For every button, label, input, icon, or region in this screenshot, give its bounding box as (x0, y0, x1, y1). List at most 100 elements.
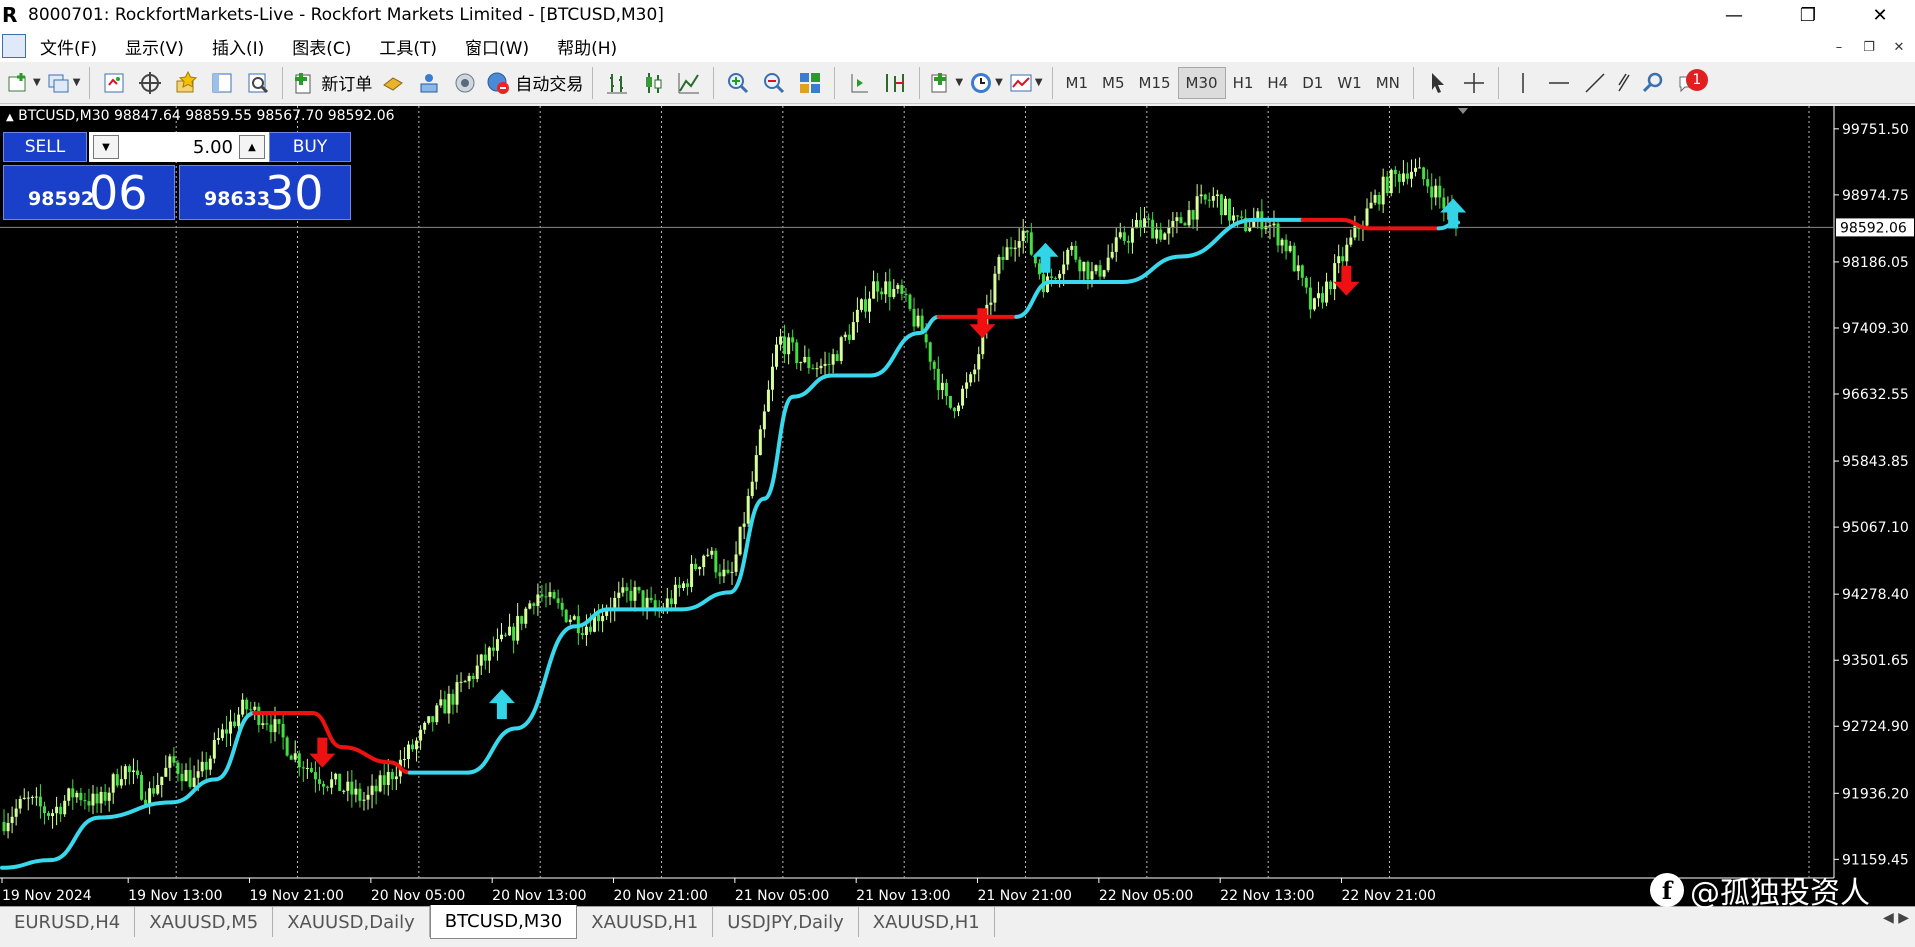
terminal-panel-icon (212, 73, 232, 92)
bar-chart-button[interactable] (602, 67, 632, 99)
candle-body (26, 797, 30, 799)
data-window-button[interactable] (135, 67, 165, 99)
history-center-button[interactable] (414, 67, 444, 99)
chart-tabs: EURUSD,H4 XAUUSD,M5 XAUUSD,Daily BTCUSD,… (0, 905, 1915, 942)
menu-file[interactable]: 文件(F) (26, 34, 111, 59)
market-watch-button[interactable] (99, 67, 129, 99)
trendline-button[interactable] (1580, 67, 1610, 99)
meta-editor-button[interactable] (378, 67, 408, 99)
menu-insert[interactable]: 插入(I) (198, 34, 278, 59)
candle-body (1284, 239, 1288, 252)
indicator-line-segment (761, 394, 796, 501)
crosshair-button[interactable] (1459, 67, 1489, 99)
close-button[interactable]: ✕ (1852, 0, 1908, 30)
templates-button[interactable]: ▼ (1009, 67, 1043, 99)
signals-button[interactable] (450, 67, 480, 99)
minimize-button[interactable]: — (1706, 0, 1762, 30)
toolbar: ▼ ▼ 新订单 自动交易 ▼ ▼ ▼ M1 M5 M15 M30 H1 H4 D… (0, 62, 1915, 104)
chart-close-button[interactable]: ✕ (1886, 36, 1912, 58)
new-order-button[interactable]: 新订单 (292, 67, 372, 99)
tile-windows-icon (800, 72, 821, 93)
equidistant-channel-button[interactable] (1616, 67, 1632, 99)
tile-windows-button[interactable] (795, 67, 825, 99)
menu-view[interactable]: 显示(V) (111, 34, 198, 59)
tab-xauusd-daily[interactable]: XAUUSD,Daily (273, 907, 430, 937)
candle-body (912, 308, 916, 327)
line-chart-button[interactable] (674, 67, 704, 99)
terminal-button[interactable] (207, 67, 237, 99)
strategy-tester-button[interactable] (243, 67, 273, 99)
navigator-button[interactable] (171, 67, 201, 99)
tab-eurusd-h4[interactable]: EURUSD,H4 (0, 907, 136, 937)
candle-body (1066, 249, 1070, 265)
collapse-triangle-icon[interactable]: ▲ (6, 112, 14, 123)
timeframe-m1[interactable]: M1 (1059, 67, 1096, 99)
candle-body (297, 753, 301, 768)
candle-body (1373, 195, 1377, 203)
timeframe-h1[interactable]: H1 (1226, 67, 1261, 99)
lot-decrease-button[interactable]: ▼ (93, 135, 119, 159)
timeframe-h4[interactable]: H4 (1260, 67, 1295, 99)
candle-body (1377, 195, 1381, 205)
periods-button[interactable]: ▼ (969, 67, 1003, 99)
candle-body (1341, 256, 1345, 262)
zoom-in-button[interactable] (723, 67, 753, 99)
menu-window[interactable]: 窗口(W) (451, 34, 543, 59)
tab-usdjpy-daily[interactable]: USDJPY,Daily (713, 907, 859, 937)
candle-body (1191, 210, 1195, 220)
candlestick-button[interactable] (638, 67, 668, 99)
time-tick-label: 19 Nov 21:00 (250, 888, 344, 904)
buy-price-box[interactable]: 98633 30 (179, 165, 351, 220)
buy-button[interactable]: BUY (269, 132, 351, 162)
cursor-button[interactable] (1423, 67, 1453, 99)
new-chart-button[interactable]: ▼ (7, 67, 41, 99)
timeframe-mn[interactable]: MN (1369, 67, 1407, 99)
toolbar-separator (592, 66, 594, 99)
channel-icon (1618, 73, 1630, 91)
menu-tools[interactable]: 工具(T) (365, 34, 451, 59)
chart-window-icon[interactable] (2, 34, 26, 58)
tab-xauusd-h1[interactable]: XAUUSD,H1 (577, 907, 714, 937)
tab-xauusd-h1-second[interactable]: XAUUSD,H1 (859, 907, 995, 937)
candle-body (686, 583, 690, 587)
timeframe-m15[interactable]: M15 (1132, 67, 1178, 99)
candle-body (1187, 210, 1191, 226)
tab-btcusd-m30[interactable]: BTCUSD,M30 (429, 905, 578, 939)
sell-button[interactable]: SELL (3, 132, 87, 162)
zoom-out-button[interactable] (759, 67, 789, 99)
candle-body (827, 363, 831, 365)
candle-body (1268, 225, 1272, 227)
candle-body (532, 603, 536, 606)
vertical-line-button[interactable] (1508, 67, 1538, 99)
menu-help[interactable]: 帮助(H) (543, 34, 631, 59)
chart-restore-button[interactable]: ❐ (1856, 36, 1882, 58)
restore-button[interactable]: ❐ (1780, 0, 1836, 30)
time-tick-label: 20 Nov 05:00 (371, 888, 465, 904)
tab-scroll-arrows[interactable]: ◀ ▶ (1883, 910, 1909, 926)
chart-minimize-button[interactable]: – (1826, 36, 1852, 58)
indicators-button[interactable]: ▼ (929, 67, 963, 99)
timeframe-w1[interactable]: W1 (1330, 67, 1368, 99)
chart-shift-button[interactable] (844, 67, 874, 99)
notifications-button[interactable]: 1 (1674, 67, 1708, 99)
auto-trading-button[interactable]: 自动交易 (486, 67, 583, 99)
timeframe-m5[interactable]: M5 (1095, 67, 1132, 99)
auto-scroll-button[interactable] (880, 67, 910, 99)
timeframe-m30[interactable]: M30 (1177, 66, 1226, 99)
candle-body (993, 273, 997, 303)
tab-xauusd-m5[interactable]: XAUUSD,M5 (135, 907, 274, 937)
search-button[interactable] (1638, 67, 1668, 99)
lot-size-input[interactable] (121, 134, 237, 160)
candle-body (168, 756, 172, 768)
menu-charts[interactable]: 图表(C) (278, 34, 365, 59)
cursor-arrow-icon (1431, 72, 1444, 93)
lot-increase-button[interactable]: ▲ (239, 135, 265, 159)
sell-price-box[interactable]: 98592 06 (3, 165, 175, 220)
candle-body (47, 813, 51, 817)
price-tick-label: 95843.85 (1842, 454, 1909, 470)
timeframe-d1[interactable]: D1 (1295, 67, 1330, 99)
profiles-button[interactable]: ▼ (47, 67, 80, 99)
horizontal-line-button[interactable] (1544, 67, 1574, 99)
candle-body (176, 762, 180, 774)
price-chart[interactable]: 19 Nov 2024 19 Nov 13:00 19 Nov 21:00 20 No… (0, 106, 1915, 906)
